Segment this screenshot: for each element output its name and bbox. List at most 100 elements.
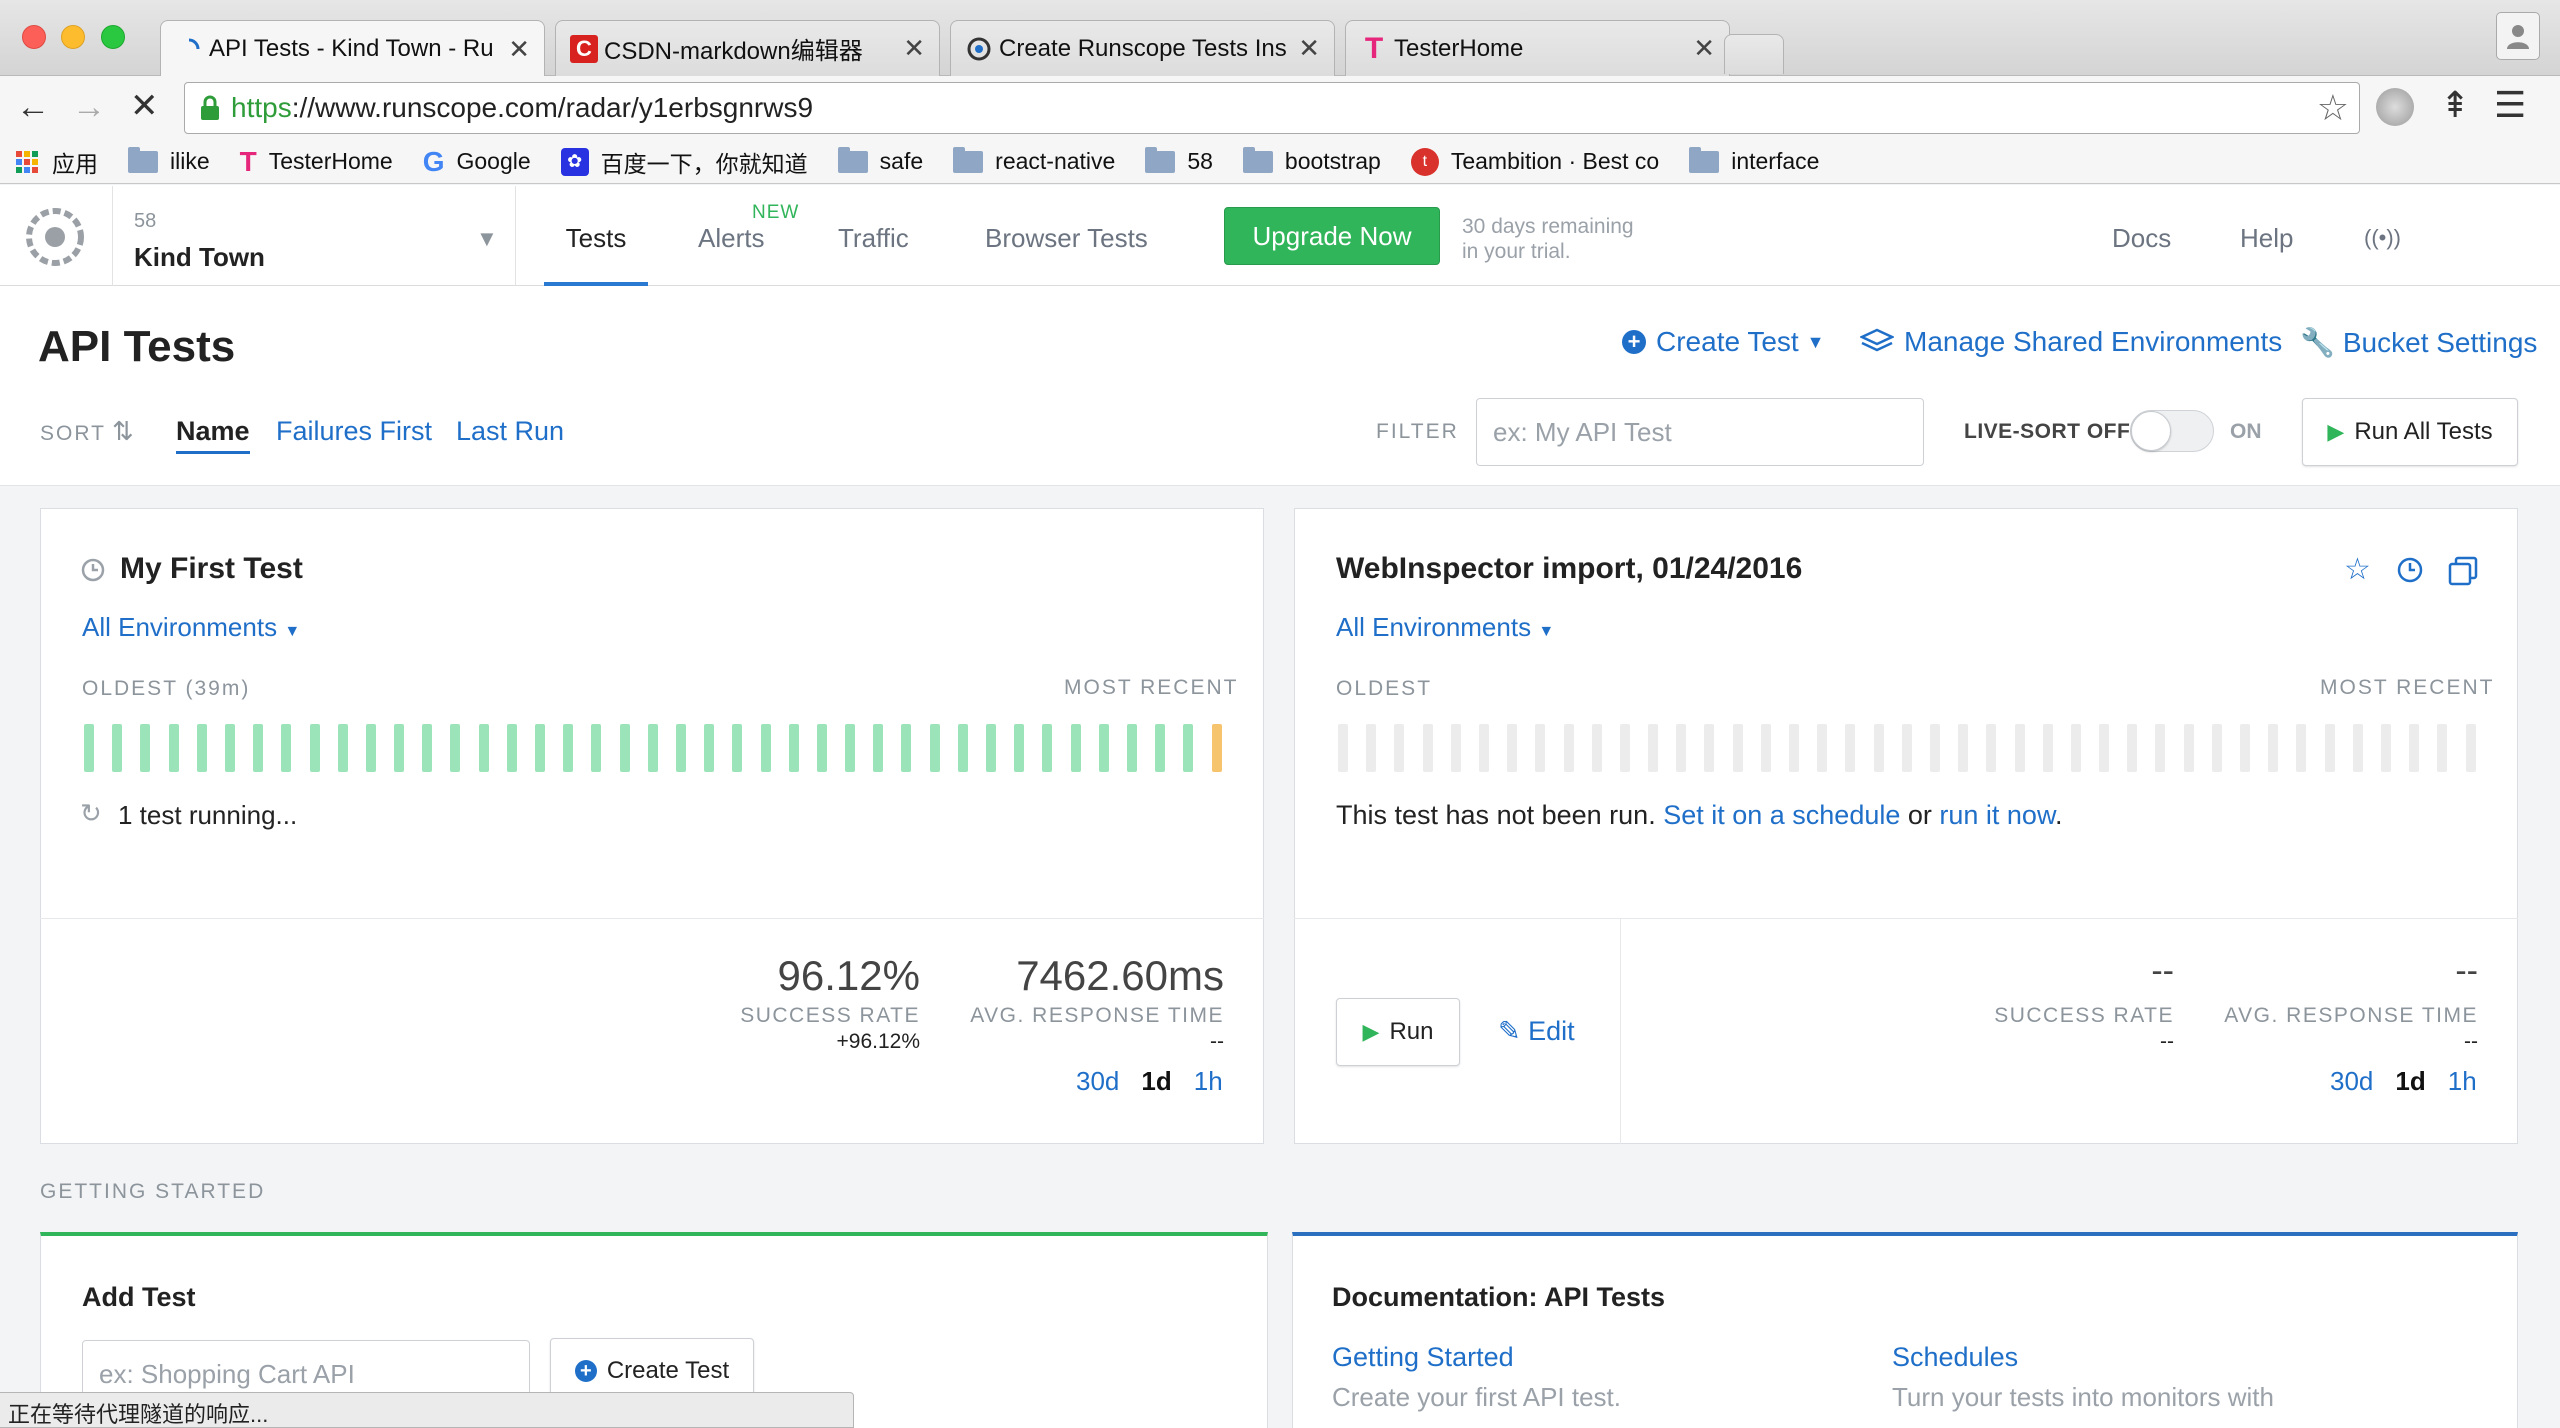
bookmark-58[interactable]: 58 [1145,146,1213,175]
browser-tab-csdn[interactable]: C CSDN-markdown编辑器 ✕ [555,20,940,76]
test-name[interactable]: My First Test [120,552,303,586]
star-icon[interactable]: ☆ [2344,552,2371,587]
bookmark-interface[interactable]: interface [1689,146,1819,175]
live-sort-toggle[interactable] [2130,410,2214,452]
close-tab-icon[interactable]: ✕ [1298,33,1320,64]
run-bar[interactable] [394,724,405,772]
run-bar[interactable] [478,724,489,772]
forward-arrow-icon[interactable]: → [72,88,106,127]
environment-dropdown[interactable]: All Environments ▼ [82,612,300,643]
run-bar[interactable] [1394,724,1405,772]
browser-tab-testerhome[interactable]: T TesterHome ✕ [1345,20,1730,76]
run-bar[interactable] [1958,724,1969,772]
extension-globe-icon[interactable] [2376,88,2414,126]
duplicate-icon[interactable] [2448,556,2478,591]
run-bar[interactable] [1986,724,1997,772]
run-bar[interactable] [337,724,348,772]
run-bar[interactable] [1507,724,1518,772]
run-bar[interactable] [2240,724,2250,772]
range-30d[interactable]: 30d [1076,1066,1119,1097]
range-30d[interactable]: 30d [2330,1066,2373,1097]
run-bar[interactable] [1366,724,1377,772]
run-bar[interactable] [1098,724,1109,772]
run-bar[interactable] [2014,724,2025,772]
run-bar[interactable] [1126,724,1137,772]
new-tab-button[interactable] [1724,34,1784,74]
bookmark-baidu[interactable]: ✿ 百度一下，你就知道 [560,145,808,179]
nav-docs[interactable]: Docs [2112,185,2171,286]
bookmark-ilike[interactable]: ilike [128,146,210,175]
run-bar[interactable] [1211,724,1222,772]
sort-by-name[interactable]: Name [176,416,250,454]
set-schedule-link[interactable]: Set it on a schedule [1663,800,1900,830]
run-bar[interactable] [2268,724,2279,772]
run-bar[interactable] [309,724,320,772]
run-bar[interactable] [760,724,771,772]
run-bar[interactable] [1535,724,1546,772]
run-bar[interactable] [619,724,630,772]
close-window-button[interactable] [22,25,46,49]
run-bar[interactable] [2099,724,2110,772]
run-bar[interactable] [1591,724,1602,772]
run-bar[interactable] [2211,724,2222,772]
tab-traffic[interactable]: Traffic [838,185,909,286]
run-bar[interactable] [2127,724,2138,772]
run-bar[interactable] [2465,724,2476,772]
run-bar[interactable] [1155,724,1166,772]
close-tab-icon[interactable]: ✕ [903,33,925,64]
run-bar[interactable] [901,724,912,772]
manage-shared-environments-link[interactable]: Manage Shared Environments [1860,326,2282,358]
bookmark-google[interactable]: G Google [423,146,531,178]
run-bar[interactable] [1760,724,1771,772]
run-bar[interactable] [1901,724,1912,772]
sort-last-run[interactable]: Last Run [456,416,564,447]
run-bar[interactable] [591,724,602,772]
run-bar[interactable] [732,724,743,772]
edit-button[interactable]: ✎ Edit [1498,1016,1575,1047]
bookmark-teambition[interactable]: t Teambition · Best co [1410,147,1659,176]
run-bar[interactable] [816,724,827,772]
run-bar[interactable] [253,724,264,772]
close-tab-icon[interactable]: ✕ [1693,33,1715,64]
run-bar[interactable] [845,724,856,772]
run-bar[interactable] [873,724,884,772]
stop-loading-icon[interactable]: ✕ [130,86,159,126]
run-bar[interactable] [2183,724,2194,772]
close-tab-icon[interactable]: ✕ [508,34,530,65]
run-bar[interactable] [2437,724,2448,772]
menu-icon[interactable]: ☰ [2494,84,2526,126]
doc-link-schedules[interactable]: Schedules [1892,1342,2018,1373]
bucket-settings-link[interactable]: 🔧 Bucket Settings [2300,326,2537,359]
run-bar[interactable] [957,724,968,772]
team-name[interactable]: Kind Town [134,242,265,273]
run-bar[interactable] [140,724,151,772]
run-bar[interactable] [1929,724,1940,772]
range-1h[interactable]: 1h [1194,1066,1223,1097]
run-bar[interactable] [1478,724,1489,772]
nav-help[interactable]: Help [2240,185,2293,286]
extension-tree-icon[interactable]: ⇞ [2440,84,2470,126]
range-1h[interactable]: 1h [2448,1066,2477,1097]
profile-button[interactable] [2496,12,2540,60]
run-bar[interactable] [704,724,715,772]
test-name[interactable]: WebInspector import, 01/24/2016 [1336,552,1802,586]
doc-link-getting-started[interactable]: Getting Started [1332,1342,1514,1373]
run-bar[interactable] [112,724,123,772]
run-bar[interactable] [422,724,433,772]
run-bar[interactable] [450,724,461,772]
run-bar[interactable] [2352,724,2363,772]
team-dropdown-icon[interactable]: ▼ [476,226,498,252]
run-bar[interactable] [2324,724,2335,772]
run-bar[interactable] [2042,724,2053,772]
bookmark-testerhome[interactable]: T TesterHome [240,146,393,178]
environment-dropdown[interactable]: All Environments ▼ [1336,612,1554,643]
broadcast-status-icon[interactable]: ((•)) [2364,185,2401,286]
create-test-dropdown[interactable]: + Create Test ▼ [1622,326,1825,358]
run-bar[interactable] [1619,724,1630,772]
run-bar[interactable] [1450,724,1461,772]
run-bar[interactable] [224,724,235,772]
run-it-now-link[interactable]: run it now [1939,800,2055,830]
minimize-window-button[interactable] [61,25,85,49]
filter-input[interactable]: ex: My API Test [1476,398,1924,466]
run-bar[interactable] [563,724,574,772]
